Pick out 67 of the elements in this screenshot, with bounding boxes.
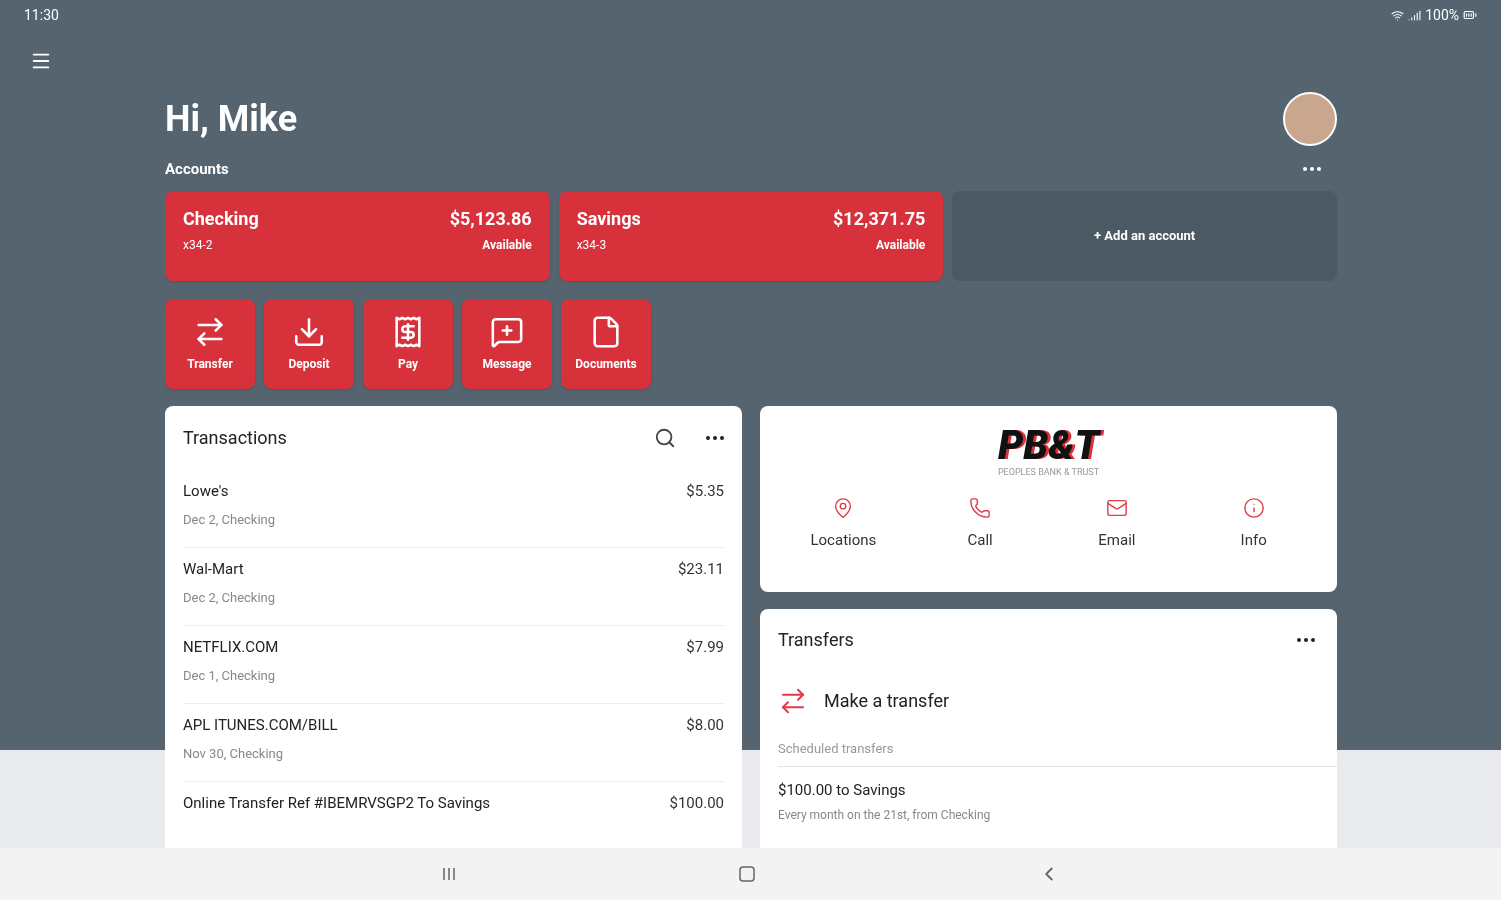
transaction-amount: $7.99 (686, 636, 724, 658)
account-name: Savings (576, 206, 641, 231)
make-transfer-button[interactable]: Make a transfer (778, 670, 950, 731)
contact-link[interactable]: Email (1048, 497, 1186, 552)
battery-icon (1463, 8, 1477, 22)
account-number: x34-2 (183, 236, 214, 254)
transaction-amount: $23.11 (677, 558, 724, 580)
recent-apps-button[interactable] (440, 866, 457, 882)
search-button[interactable] (654, 426, 676, 449)
info-icon (1242, 497, 1265, 519)
transfers-title: Transfers (778, 628, 854, 652)
search-icon (654, 426, 676, 449)
wifi-icon (1391, 8, 1405, 22)
accounts-label: Accounts (165, 159, 229, 180)
transaction-detail: Nov 30, Checking (183, 745, 285, 763)
transaction-name: APL ITUNES.COM/BILL (183, 714, 338, 736)
account-number: x34-3 (576, 236, 608, 254)
action-button[interactable]: Documents (561, 298, 651, 389)
transaction-row[interactable]: NETFLIX.COM Dec 1, Checking $7.99 (183, 625, 724, 704)
transaction-amount: $5.35 (686, 480, 724, 502)
ellipsis-icon (1303, 167, 1321, 172)
contact-link[interactable]: Call (911, 497, 1049, 552)
transaction-row[interactable]: APL ITUNES.COM/BILL Nov 30, Checking $8.00 (183, 703, 724, 782)
transaction-detail: Dec 2, Checking (183, 589, 276, 607)
add-account-button[interactable]: + Add an account (952, 190, 1337, 281)
bank-logo: PB&T PEOPLES BANK & TRUST (997, 425, 1100, 479)
account-balance: $12,371.75 (833, 206, 926, 231)
transfer-title: $100.00 to Savings (778, 780, 907, 801)
ellipsis-icon (1297, 637, 1315, 642)
battery-level: 100% (1425, 5, 1459, 25)
account-card[interactable]: Savings x34-3 $12,371.75 Available (558, 190, 944, 281)
ellipsis-icon (706, 435, 724, 440)
action-button[interactable]: Pay (363, 298, 453, 389)
transaction-name: Lowe's (183, 480, 230, 502)
account-balance: $5,123.86 (449, 206, 532, 231)
account-name: Checking (183, 206, 259, 231)
avatar[interactable] (1283, 92, 1337, 146)
scheduled-transfers-label: Scheduled transfers (778, 730, 1337, 767)
transaction-name: Online Transfer Ref #IBEMRVSGP2 To Savings (183, 792, 491, 814)
more-button[interactable] (1303, 167, 1321, 172)
mail-icon (1105, 497, 1128, 519)
contact-link[interactable]: Locations (775, 497, 912, 552)
signal-icon (1408, 8, 1422, 22)
account-card[interactable]: Checking x34-2 $5,123.86 Available (165, 190, 550, 281)
transfer-detail: Every month on the 21st, from Checking (778, 806, 992, 824)
balance-label: Available (482, 236, 532, 254)
home-button[interactable] (738, 865, 757, 883)
phone-icon (969, 497, 992, 519)
transaction-detail: Dec 1, Checking (183, 667, 277, 685)
status-time: 11:30 (24, 5, 59, 25)
more-button[interactable] (706, 435, 724, 440)
contact-link[interactable]: Info (1185, 497, 1322, 552)
more-button[interactable] (1297, 637, 1315, 642)
transaction-detail: Dec 2, Checking (183, 511, 276, 529)
transaction-row[interactable]: Lowe's Dec 2, Checking $5.35 (183, 469, 724, 548)
action-button[interactable]: Deposit (264, 298, 354, 389)
action-button[interactable]: Message (462, 298, 552, 389)
balance-label: Available (875, 236, 926, 254)
transaction-row[interactable]: Wal-Mart Dec 2, Checking $23.11 (183, 547, 724, 626)
greeting: Hi, Mike (165, 101, 298, 137)
transaction-name: NETFLIX.COM (183, 636, 279, 658)
transaction-amount: $100.00 (669, 792, 724, 814)
scheduled-transfer-row[interactable]: $100.00 to Savings Every month on the 21st, from Checking (778, 767, 1337, 824)
transaction-name: Wal-Mart (183, 558, 245, 580)
transaction-amount: $8.00 (686, 714, 724, 736)
transactions-title: Transactions (183, 426, 287, 450)
action-button[interactable]: Transfer (165, 298, 255, 389)
